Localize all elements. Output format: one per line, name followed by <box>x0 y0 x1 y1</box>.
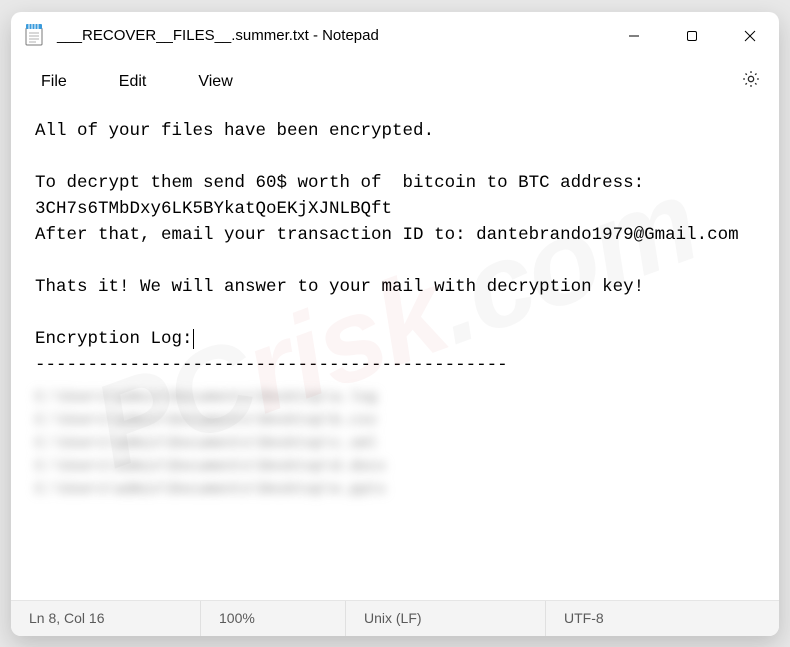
text-line: To decrypt them send 60$ worth of bitcoi… <box>35 173 655 219</box>
menu-file[interactable]: File <box>31 67 77 97</box>
encryption-log-blurred: C:\Users\admin\Documents\Desktop\a.log C… <box>35 386 755 501</box>
settings-button[interactable] <box>733 64 769 100</box>
menu-edit[interactable]: Edit <box>109 67 157 97</box>
minimize-button[interactable] <box>605 12 663 60</box>
notepad-icon <box>25 24 43 46</box>
text-line: Thats it! We will answer to your mail wi… <box>35 277 644 297</box>
gear-icon <box>741 69 761 94</box>
menu-view[interactable]: View <box>188 67 242 97</box>
status-position: Ln 8, Col 16 <box>11 601 201 636</box>
text-caret <box>193 329 194 349</box>
text-line: After that, email your transaction ID to… <box>35 225 739 245</box>
text-line: Encryption Log: <box>35 329 193 349</box>
notepad-window: ___RECOVER__FILES__.summer.txt - Notepad… <box>11 12 779 636</box>
menubar: File Edit View <box>11 60 779 104</box>
maximize-button[interactable] <box>663 12 721 60</box>
window-controls <box>605 12 779 60</box>
status-line-ending: Unix (LF) <box>346 601 546 636</box>
text-line: ----------------------------------------… <box>35 355 508 375</box>
text-line: All of your files have been encrypted. <box>35 121 434 141</box>
status-zoom[interactable]: 100% <box>201 601 346 636</box>
window-title: ___RECOVER__FILES__.summer.txt - Notepad <box>57 27 605 44</box>
close-button[interactable] <box>721 12 779 60</box>
statusbar: Ln 8, Col 16 100% Unix (LF) UTF-8 <box>11 600 779 636</box>
titlebar[interactable]: ___RECOVER__FILES__.summer.txt - Notepad <box>11 12 779 60</box>
status-encoding: UTF-8 <box>546 601 779 636</box>
text-editor[interactable]: All of your files have been encrypted. T… <box>11 104 779 600</box>
